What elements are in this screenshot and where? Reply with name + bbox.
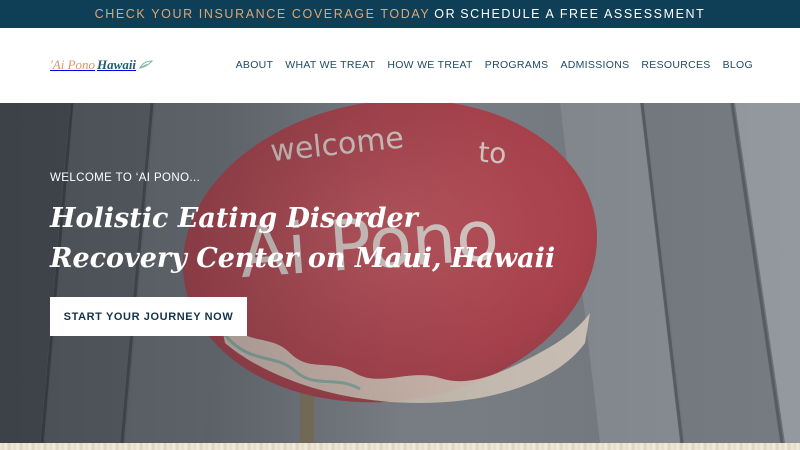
- announcement-bar: CHECK YOUR INSURANCE COVERAGE TODAY OR S…: [0, 0, 800, 28]
- main-nav: ABOUT WHAT WE TREAT HOW WE TREAT PROGRAM…: [236, 57, 753, 73]
- hero-title: Holistic Eating Disorder Recovery Center…: [50, 199, 556, 279]
- nav-resources[interactable]: RESOURCES: [641, 57, 710, 73]
- hero-section: welcome to Ai Pono WELCOME TO ‘AI PONO..…: [0, 103, 800, 443]
- site-logo[interactable]: 'Ai Pono Hawaii: [50, 57, 154, 73]
- hero-eyebrow: WELCOME TO ‘AI PONO...: [50, 172, 201, 184]
- site-header: 'Ai Pono Hawaii ABOUT WHAT WE TREAT HOW …: [0, 28, 800, 103]
- logo-word-aipono: 'Ai Pono: [50, 57, 96, 72]
- leaf-icon: [139, 60, 154, 69]
- bottom-texture-strip: [0, 443, 800, 450]
- nav-blog[interactable]: BLOG: [723, 57, 753, 73]
- start-journey-button[interactable]: START YOUR JOURNEY NOW: [50, 297, 247, 336]
- nav-what-we-treat[interactable]: WHAT WE TREAT: [285, 57, 375, 73]
- hero-title-line2: Recovery Center on Maui, Hawaii: [50, 243, 556, 274]
- nav-how-we-treat[interactable]: HOW WE TREAT: [387, 57, 472, 73]
- check-insurance-link[interactable]: CHECK YOUR INSURANCE COVERAGE TODAY: [95, 7, 431, 21]
- nav-programs[interactable]: PROGRAMS: [485, 57, 549, 73]
- announcement-separator: OR: [434, 7, 457, 21]
- schedule-assessment-link[interactable]: SCHEDULE A FREE ASSESSMENT: [460, 7, 705, 21]
- nav-about[interactable]: ABOUT: [236, 57, 274, 73]
- logo-word-hawaii: Hawaii: [97, 57, 137, 72]
- hero-title-line1: Holistic Eating Disorder: [50, 203, 418, 234]
- nav-admissions[interactable]: ADMISSIONS: [560, 57, 629, 73]
